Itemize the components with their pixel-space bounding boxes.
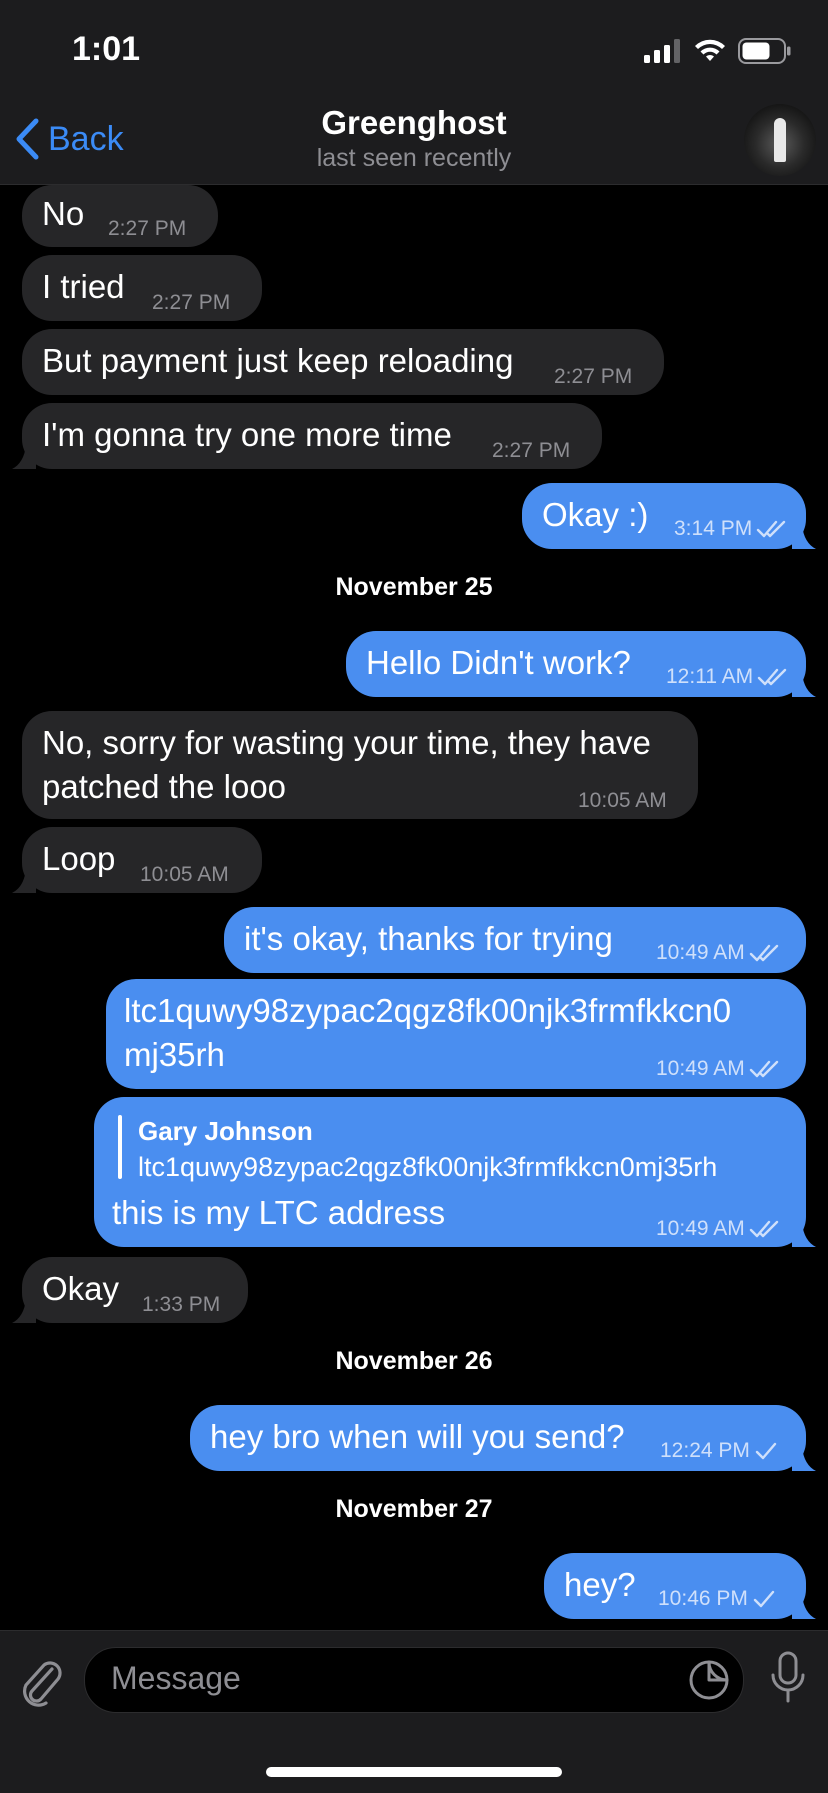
bubble-tail — [12, 445, 36, 469]
message-time: 10:46 PM — [658, 1577, 776, 1621]
bubble-tail — [792, 1223, 816, 1247]
double-check-icon — [749, 944, 778, 962]
message-time: 3:14 PM — [674, 507, 788, 551]
bubble-tail — [792, 1447, 816, 1471]
double-check-icon — [757, 668, 787, 686]
voice-message-button[interactable] — [770, 1651, 806, 1708]
bubble-tail — [12, 869, 36, 893]
outgoing-message[interactable]: hey bro when will you send? 12:24 PM — [190, 1405, 816, 1473]
single-check-icon — [753, 1590, 775, 1608]
incoming-message[interactable]: I'm gonna try one more time 2:27 PM — [12, 403, 602, 469]
double-check-icon — [757, 520, 786, 538]
double-check-icon — [749, 1060, 778, 1078]
avatar-figure — [774, 118, 786, 162]
status-icons — [644, 38, 792, 64]
message-time: 10:05 AM — [140, 863, 229, 886]
avatar[interactable] — [744, 104, 816, 176]
sticker-button[interactable] — [687, 1658, 731, 1707]
message-text: I tried — [42, 268, 125, 305]
message-text-line1: ltc1quwy98zypac2qgz8fk00njk3frmfkkcn0 — [124, 992, 732, 1029]
message-time: 2:27 PM — [108, 217, 187, 240]
home-indicator[interactable] — [266, 1767, 562, 1777]
contact-info[interactable]: Greenghost last seen recently — [0, 104, 828, 173]
message-text-line1: No, sorry for wasting your time, they ha… — [42, 724, 651, 761]
message-time: 10:05 AM — [578, 789, 667, 812]
bubble-tail — [792, 673, 816, 697]
message-time: 10:49 AM — [656, 1207, 781, 1251]
message-placeholder: Message — [111, 1660, 241, 1696]
message-time: 2:27 PM — [492, 439, 571, 462]
outgoing-message[interactable]: hey? 10:46 PM — [544, 1553, 816, 1621]
message-time: 2:27 PM — [152, 291, 231, 314]
message-time: 12:11 AM — [666, 655, 789, 699]
message-time: 10:49 AM — [656, 931, 781, 975]
chat-header: Back Greenghost last seen recently — [0, 96, 828, 185]
incoming-message[interactable]: No, sorry for wasting your time, they ha… — [22, 711, 698, 819]
bubble-tail — [792, 1595, 816, 1619]
incoming-message[interactable]: Okay 1:33 PM — [12, 1257, 248, 1323]
reply-quote-bar — [118, 1115, 122, 1179]
message-text: Okay :) — [542, 496, 649, 533]
microphone-icon — [771, 1651, 805, 1703]
message-text: hey bro when will you send? — [210, 1418, 625, 1455]
outgoing-message[interactable]: it's okay, thanks for trying 10:49 AM — [224, 907, 806, 973]
message-text: Hello Didn't work? — [366, 644, 631, 681]
outgoing-reply-message[interactable]: Gary Johnson ltc1quwy98zypac2qgz8fk00njk… — [94, 1097, 816, 1247]
contact-status: last seen recently — [316, 144, 512, 172]
message-input[interactable]: Message — [84, 1647, 744, 1713]
message-text-line2: patched the looo — [42, 768, 287, 805]
status-time: 1:01 — [72, 30, 141, 68]
message-time: 1:33 PM — [142, 1293, 221, 1316]
date-separator: November 27 — [335, 1495, 493, 1523]
single-check-icon — [755, 1442, 777, 1460]
message-text: this is my LTC address — [112, 1194, 446, 1231]
incoming-message[interactable]: But payment just keep reloading 2:27 PM — [22, 329, 664, 395]
message-text-line2: mj35rh — [124, 1036, 225, 1073]
message-text: Loop — [42, 840, 116, 877]
incoming-message[interactable]: I tried 2:27 PM — [22, 255, 262, 321]
sticker-icon — [689, 1660, 729, 1700]
contact-name: Greenghost — [321, 104, 507, 141]
outgoing-message[interactable]: Okay :) 3:14 PM — [522, 483, 816, 551]
incoming-message[interactable]: Loop 10:05 AM — [12, 827, 262, 893]
message-time: 12:24 PM — [660, 1429, 778, 1473]
date-separator: November 26 — [335, 1347, 493, 1375]
message-text: I'm gonna try one more time — [42, 416, 452, 453]
bubble-tail — [12, 1299, 36, 1323]
message-text: it's okay, thanks for trying — [244, 920, 613, 957]
message-list[interactable]: No 2:27 PM I tried 2:27 PM But payment j… — [0, 185, 828, 1630]
incoming-message[interactable]: No 2:27 PM — [22, 185, 218, 247]
bubble-tail — [792, 525, 816, 549]
status-bar: 1:01 — [0, 0, 828, 96]
message-time: 2:27 PM — [554, 365, 633, 388]
wifi-icon — [695, 39, 725, 61]
double-check-icon — [749, 1220, 778, 1238]
paperclip-icon — [23, 1661, 62, 1707]
date-separator: November 25 — [335, 573, 493, 601]
attach-button[interactable] — [18, 1655, 66, 1712]
outgoing-message[interactable]: Hello Didn't work? 12:11 AM — [346, 631, 816, 699]
outgoing-message[interactable]: ltc1quwy98zypac2qgz8fk00njk3frmfkkcn0 mj… — [106, 979, 806, 1089]
reply-quote-text: ltc1quwy98zypac2qgz8fk00njk3frmfkkcn0mj3… — [138, 1152, 718, 1182]
battery-icon — [738, 38, 791, 64]
message-text: No — [42, 195, 85, 232]
message-text: Okay — [42, 1270, 120, 1307]
message-text: But payment just keep reloading — [42, 342, 514, 379]
cellular-signal-icon — [644, 39, 680, 63]
message-text: hey? — [564, 1566, 636, 1603]
message-time: 10:49 AM — [656, 1047, 781, 1091]
